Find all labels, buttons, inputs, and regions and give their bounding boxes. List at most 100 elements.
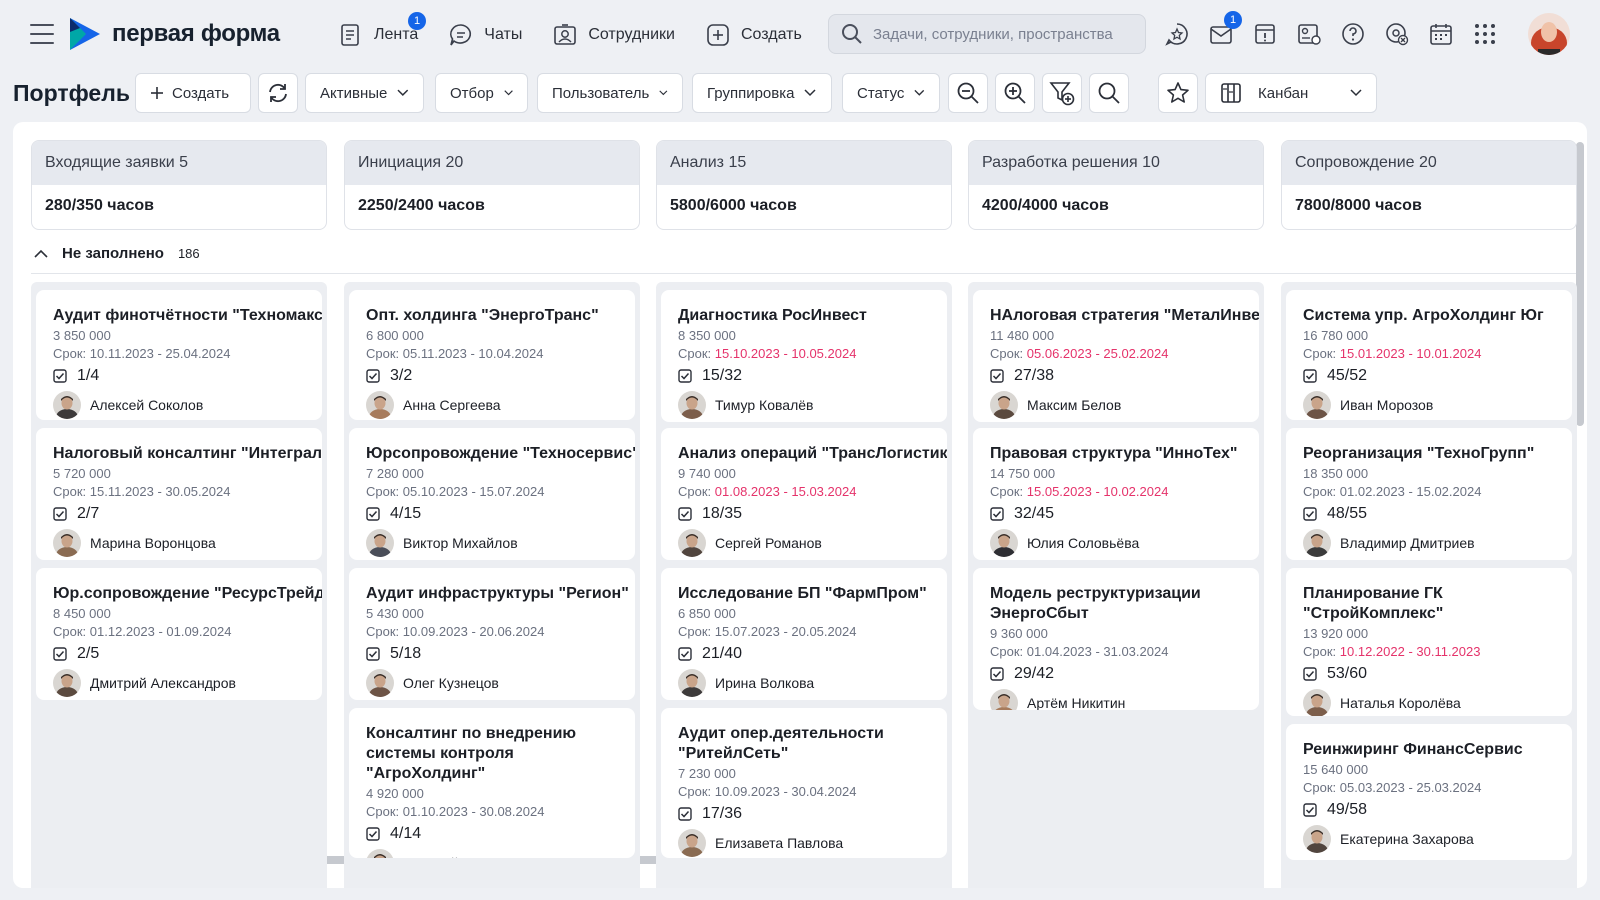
refresh-icon <box>269 83 287 103</box>
chevron-down-icon <box>1350 89 1362 97</box>
kanban-card[interactable]: Реорганизация "ТехноГрупп" 18 350 000 Срок… <box>1286 428 1572 560</box>
column-hours: 280/350 часов <box>45 197 154 214</box>
card-assignee[interactable]: Елизавета Павлова <box>678 829 930 857</box>
refresh-button[interactable] <box>258 73 298 113</box>
kanban-card[interactable]: Диагностика РосИнвест 8 350 000 Срок: 15.1… <box>661 290 947 422</box>
card-assignee[interactable]: Анна Сергеева <box>366 391 618 419</box>
kanban-card[interactable]: Юр.сопровождение "РесурсТрейд" 8 450 000 С… <box>36 568 322 700</box>
kanban-card[interactable]: Исследование БП "ФармПром" 6 850 000 Срок:… <box>661 568 947 700</box>
card-tasks: 1/4 <box>53 367 305 385</box>
deadline-label: Срок: <box>990 346 1027 361</box>
help-icon[interactable] <box>1336 17 1370 51</box>
create-button[interactable]: Создать <box>135 73 251 113</box>
kanban-card[interactable]: Юрсопровождение "Техносервис" 7 280 000 Ср… <box>349 428 635 560</box>
deadline-dates: 05.11.2023 - 10.04.2024 <box>402 346 544 361</box>
nav-item-2[interactable]: Сотрудники <box>552 18 675 52</box>
reports-icon[interactable] <box>1292 17 1326 51</box>
assignee-name: Алексей Соколов <box>90 397 204 413</box>
card-title: Правовая структура "ИнноТех" <box>990 445 1238 462</box>
zoom-out-button[interactable] <box>948 73 988 113</box>
checkbox-checked-icon <box>53 647 67 661</box>
logo[interactable]: первая форма <box>68 16 280 52</box>
column-header[interactable]: Инициация 20 2250/2400 часов <box>344 140 640 230</box>
card-assignee[interactable]: Дмитрий Александров <box>53 669 305 697</box>
card-assignee[interactable]: Виктор Михайлов <box>366 529 618 557</box>
avatar <box>53 529 81 557</box>
card-amount: 15 640 000 <box>1303 762 1369 777</box>
card-assignee[interactable]: Владимир Дмитриев <box>1303 529 1555 557</box>
card-assignee[interactable]: Николай Фёдоров <box>366 849 618 858</box>
kanban-card[interactable]: Консалтинг по внедрению системы контроля… <box>349 708 635 858</box>
deadline-dates: 15.10.2023 - 10.05.2024 <box>714 346 857 361</box>
kanban-card[interactable]: Планирование ГК "СтройКомплекс" 13 920 00… <box>1286 568 1572 716</box>
search-input[interactable] <box>873 25 1133 43</box>
avatar <box>53 669 81 697</box>
kanban-card[interactable]: Реинжиринг ФинансСервис 15 640 000 Срок: 0… <box>1286 724 1572 860</box>
card-assignee[interactable]: Юлия Соловьёва <box>990 529 1242 557</box>
kanban-card[interactable]: Аудит финотчётности "Техномакс" 3 850 000… <box>36 290 322 420</box>
kanban-card[interactable]: Модель реструктуризации ЭнергоСбыт 9 360 … <box>973 568 1259 710</box>
apps-grid-icon[interactable] <box>1468 17 1502 51</box>
assignee-name: Николай Фёдоров <box>403 855 520 858</box>
deadline-dates: 01.02.2023 - 15.02.2024 <box>1339 484 1482 499</box>
tasks-count: 18/35 <box>702 505 743 522</box>
kanban-card[interactable]: Система упр. АгроХолдинг Юг 16 780 000 Сро… <box>1286 290 1572 420</box>
user-avatar[interactable] <box>1528 13 1570 55</box>
selection-dropdown[interactable]: Отбор <box>435 73 528 113</box>
assignee-name: Юлия Соловьёва <box>1027 535 1140 551</box>
grouping-dropdown[interactable]: Группировка <box>692 73 832 113</box>
card-assignee[interactable]: Артём Никитин <box>990 689 1242 710</box>
nav-item-3[interactable]: Создать <box>705 18 802 52</box>
card-tasks: 27/38 <box>990 367 1242 385</box>
nav-item-0[interactable]: Лента 1 <box>338 12 426 52</box>
card-assignee[interactable]: Ирина Волкова <box>678 669 930 697</box>
card-assignee[interactable]: Алексей Соколов <box>53 391 305 419</box>
favorite-button[interactable] <box>1158 73 1198 113</box>
board-search-button[interactable] <box>1089 73 1129 113</box>
active-filter-dropdown[interactable]: Активные <box>305 73 424 113</box>
card-assignee[interactable]: Иван Морозов <box>1303 391 1555 419</box>
alert-icon[interactable] <box>1248 17 1282 51</box>
vertical-scrollbar[interactable] <box>1576 142 1584 426</box>
add-filter-button[interactable] <box>1042 73 1082 113</box>
card-assignee[interactable]: Тимур Ковалёв <box>678 391 930 419</box>
kanban-card[interactable]: Аудит опер.деятельности "РитейлСеть" 7 23… <box>661 708 947 858</box>
column-header[interactable]: Сопровождение 20 7800/8000 часов <box>1281 140 1577 230</box>
card-title: Анализ операций "ТрансЛогистик" <box>678 445 947 462</box>
card-assignee[interactable]: Марина Воронцова <box>53 529 305 557</box>
kanban-card[interactable]: Налоговый консалтинг "Интеграл" 5 720 000… <box>36 428 322 560</box>
kanban-card[interactable]: НАлоговая стратегия "МеталИнвест" 11 480 … <box>973 290 1259 422</box>
settings-icon[interactable] <box>1380 17 1414 51</box>
card-assignee[interactable]: Максим Белов <box>990 391 1242 419</box>
card-title: Аудит инфраструктуры "Регион" <box>366 585 629 602</box>
calendar-icon[interactable] <box>1424 17 1458 51</box>
mail-icon[interactable]: 1 <box>1204 11 1242 51</box>
card-assignee[interactable]: Олег Кузнецов <box>366 669 618 697</box>
column-header[interactable]: Разработка решения 10 4200/4000 часов <box>968 140 1264 230</box>
deadline-label: Срок: <box>1303 346 1340 361</box>
card-assignee[interactable]: Екатерина Захарова <box>1303 825 1555 853</box>
kanban-card[interactable]: Анализ операций "ТрансЛогистик" 9 740 000… <box>661 428 947 560</box>
group-header[interactable]: Не заполнено 186 <box>31 234 1581 274</box>
checkbox-checked-icon <box>1303 369 1317 383</box>
column-header[interactable]: Входящие заявки 5 280/350 часов <box>31 140 327 230</box>
column-header[interactable]: Анализ 15 5800/6000 часов <box>656 140 952 230</box>
chat-icon <box>448 22 474 48</box>
nav-item-1[interactable]: Чаты <box>448 18 522 52</box>
kanban-card[interactable]: Опт. холдинга "ЭнергоТранс" 6 800 000 Срок… <box>349 290 635 420</box>
zoom-in-button[interactable] <box>995 73 1035 113</box>
card-amount: 8 350 000 <box>678 328 736 343</box>
view-mode-dropdown[interactable]: Канбан <box>1205 73 1377 113</box>
top-bar: первая форма Лента 1 Чаты Сотрудники Создать… <box>0 0 1600 70</box>
chevron-up-icon[interactable] <box>34 249 48 259</box>
assistant-icon[interactable] <box>1160 17 1194 51</box>
kanban-card[interactable]: Аудит инфраструктуры "Регион" 5 430 000 Ср… <box>349 568 635 700</box>
user-dropdown[interactable]: Пользователь <box>537 73 683 113</box>
card-assignee[interactable]: Сергей Романов <box>678 529 930 557</box>
global-search[interactable] <box>828 14 1146 54</box>
kanban-card[interactable]: Правовая структура "ИнноТех" 14 750 000 Ср… <box>973 428 1259 560</box>
card-assignee[interactable]: Наталья Королёва <box>1303 689 1555 716</box>
menu-icon[interactable] <box>30 24 54 44</box>
card-deadline: Срок: 05.10.2023 - 15.07.2024 <box>366 484 618 499</box>
status-dropdown[interactable]: Статус <box>842 73 940 113</box>
